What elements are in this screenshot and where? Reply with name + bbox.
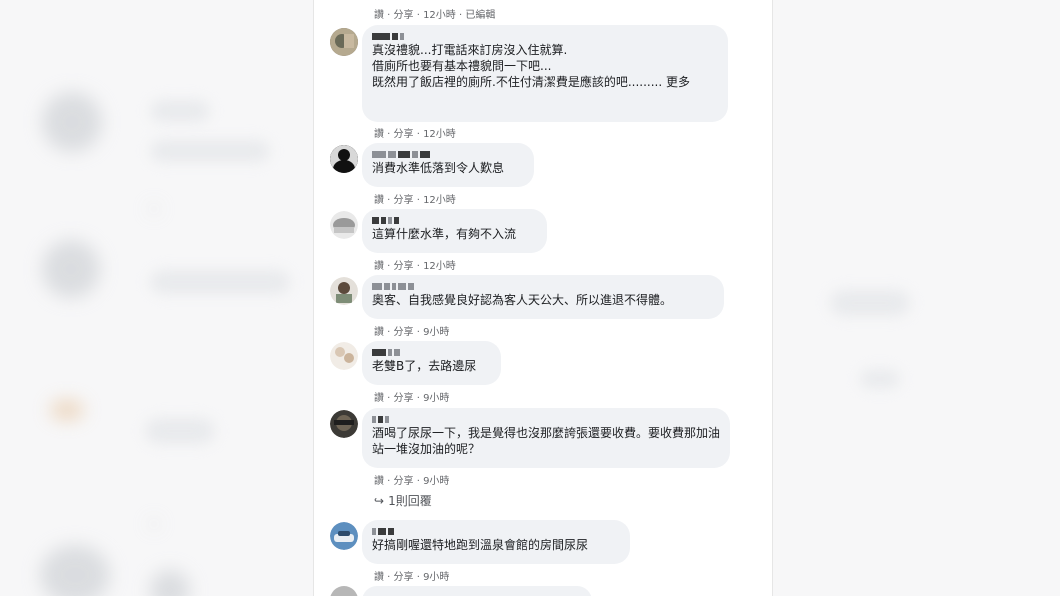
comment-bubble: 好搞剛喔還特地跑到溫泉會館的房間尿尿 — [362, 520, 630, 564]
reply-arrow-icon: ↪ — [374, 494, 385, 508]
redacted-author-name — [372, 347, 491, 356]
avatar-image — [330, 145, 358, 173]
avatar-6[interactable] — [330, 410, 358, 438]
comment-bubble — [362, 586, 592, 596]
avatar-2[interactable] — [330, 145, 358, 173]
comment-bubble: 這算什麼水準，有夠不入流 — [362, 209, 547, 253]
comment-bubble: 奧客、自我感覺良好認為客人天公大、所以進退不得體。 — [362, 275, 724, 319]
comment-text: 真沒禮貌...打電話來訂房沒入住就算. 借廁所也要有基本禮貌問一下吧... 既然… — [372, 43, 690, 89]
comment-actions[interactable]: 讚 · 分享 · 9小時 — [374, 323, 449, 338]
redacted-author-name — [372, 526, 620, 535]
comment-actions[interactable]: 讚 · 分享 · 12小時 — [374, 257, 456, 272]
redacted-author-name — [372, 31, 718, 40]
comment-bubble: 酒喝了尿尿一下，我是覺得也沒那麼誇張還要收費。要收費那加油站一堆沒加油的呢？ — [362, 408, 730, 468]
redacted-author-name — [372, 281, 714, 290]
comment-actions[interactable]: 讚 · 分享 · 9小時 — [374, 389, 449, 404]
comments-panel: 讚 · 分享 · 12小時 · 已編輯 真沒禮貌...打電話來訂房沒入住就算. … — [313, 0, 773, 596]
avatar-image — [330, 28, 358, 56]
avatar-image — [330, 342, 358, 370]
redacted-author-name — [372, 414, 720, 423]
view-replies-link[interactable]: ↪ 1則回覆 — [374, 492, 432, 509]
comment-bubble: 老雙B了，去路邊尿 — [362, 341, 501, 385]
redacted-author-name — [372, 215, 537, 224]
reply-count-label: 1則回覆 — [388, 494, 432, 508]
comment-actions[interactable]: 讚 · 分享 · 9小時 — [374, 472, 449, 487]
comment-actions[interactable]: 讚 · 分享 · 9小時 — [374, 568, 449, 583]
avatar-image — [330, 410, 358, 438]
avatar-8[interactable] — [330, 586, 358, 596]
avatar-7[interactable] — [330, 522, 358, 550]
comment-text: 老雙B了，去路邊尿 — [372, 359, 477, 373]
comment-text: 這算什麼水準，有夠不入流 — [372, 227, 517, 241]
avatar-3[interactable] — [330, 211, 358, 239]
comment-actions[interactable]: 讚 · 分享 · 12小時 — [374, 125, 456, 140]
avatar-4[interactable] — [330, 277, 358, 305]
avatar-1[interactable] — [330, 28, 358, 56]
avatar-image — [330, 522, 358, 550]
comment-actions[interactable]: 讚 · 分享 · 12小時 · 已編輯 — [374, 6, 495, 21]
avatar-image — [330, 211, 358, 239]
comment-text: 奧客、自我感覺良好認為客人天公大、所以進退不得體。 — [372, 293, 673, 307]
redacted-author-name — [372, 149, 524, 158]
avatar-image — [330, 277, 358, 305]
comment-text: 好搞剛喔還特地跑到溫泉會館的房間尿尿 — [372, 538, 589, 552]
comment-bubble: 消費水準低落到令人歎息 — [362, 143, 534, 187]
comment-actions[interactable]: 讚 · 分享 · 12小時 — [374, 191, 456, 206]
comment-bubble: 真沒禮貌...打電話來訂房沒入住就算. 借廁所也要有基本禮貌問一下吧... 既然… — [362, 25, 728, 122]
avatar-5[interactable] — [330, 342, 358, 370]
comment-text: 酒喝了尿尿一下，我是覺得也沒那麼誇張還要收費。要收費那加油站一堆沒加油的呢？ — [372, 426, 721, 456]
comment-text: 消費水準低落到令人歎息 — [372, 161, 505, 175]
